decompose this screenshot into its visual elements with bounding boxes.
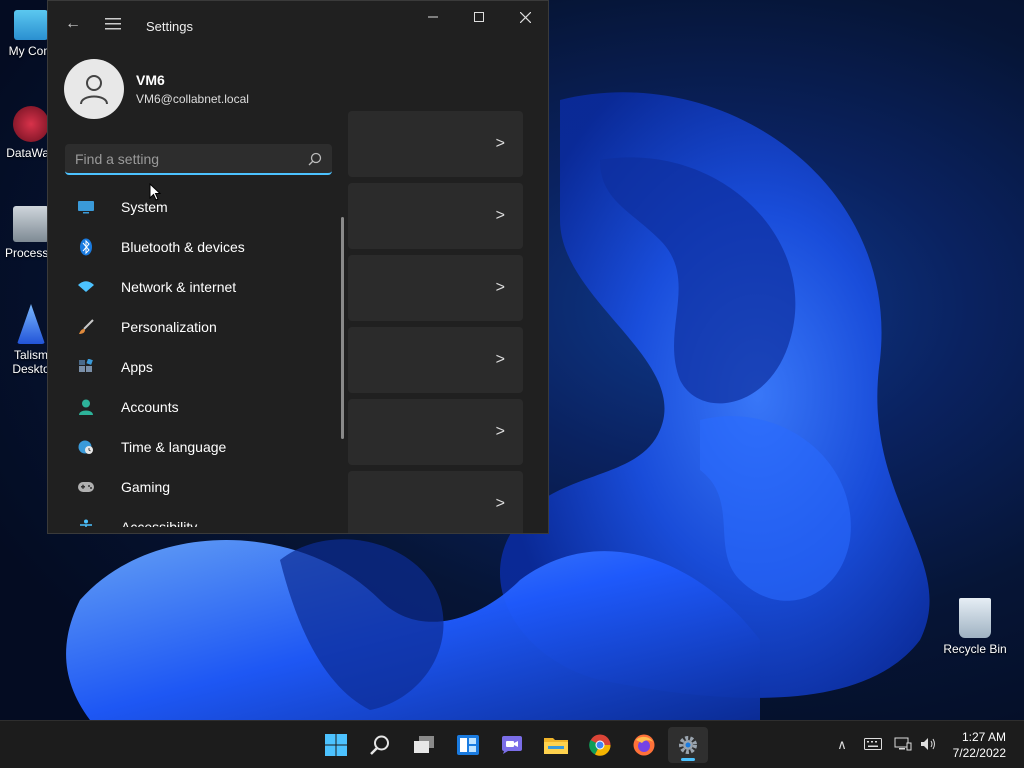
chevron-right-icon: > [495,351,505,368]
datawag-icon [13,106,49,142]
chrome-button[interactable] [580,727,620,763]
nav-item-accounts[interactable]: Accounts [65,387,341,427]
nav-item-apps[interactable]: Apps [65,347,341,387]
task-view-button[interactable] [404,727,444,763]
volume-icon[interactable] [920,737,938,754]
computer-icon [14,10,48,40]
talisman-icon [17,304,45,344]
nav-item-bluetooth[interactable]: Bluetooth & devices [65,227,341,267]
widgets-icon [457,735,479,755]
settings-card[interactable]: > [348,399,523,465]
network-icon[interactable] [894,737,912,754]
settings-icon [679,736,697,754]
maximize-button[interactable] [456,1,502,33]
chevron-right-icon: > [495,279,505,296]
apps-icon [77,358,95,376]
user-profile[interactable]: VM6 VM6@collabnet.local [64,59,249,119]
task-view-icon [414,736,434,753]
nav-item-accessibility[interactable]: Accessibility [65,507,341,527]
desktop-icon-recycle-bin[interactable]: Recycle Bin [940,598,1010,656]
settings-nav: System Bluetooth & devices Network & int… [65,187,341,527]
chat-button[interactable] [492,727,532,763]
search-icon[interactable] [308,152,322,166]
widgets-button[interactable] [448,727,488,763]
start-button[interactable] [316,727,356,763]
clock-date: 7/22/2022 [952,746,1006,760]
keyboard-icon[interactable] [864,737,882,753]
nav-item-personalization[interactable]: Personalization [65,307,341,347]
gamepad-icon [77,478,95,496]
mouse-cursor-icon [149,183,161,201]
close-button[interactable] [502,1,548,33]
chevron-right-icon: > [495,423,505,440]
chevron-up-icon: ∧ [837,737,847,752]
profile-name: VM6 [136,72,165,88]
nav-item-system[interactable]: System [65,187,341,227]
firefox-icon [633,734,655,756]
file-explorer-button[interactable] [536,727,576,763]
chevron-right-icon: > [495,207,505,224]
settings-card[interactable]: > [348,111,523,177]
nav-item-gaming[interactable]: Gaming [65,467,341,507]
close-icon [519,11,531,23]
nav-scrollbar[interactable] [341,217,344,439]
taskbar-clock[interactable]: 1:27 AM 7/22/2022 [953,729,1006,761]
search-input[interactable] [75,150,308,167]
active-app-indicator [681,758,695,761]
chevron-right-icon: > [495,495,505,512]
settings-card[interactable]: > [348,327,523,393]
process-icon [13,206,49,242]
show-hidden-icons-button[interactable]: ∧ [832,737,852,753]
settings-card[interactable]: > [348,471,523,533]
settings-card[interactable]: > [348,255,523,321]
file-explorer-icon [544,738,568,754]
nav-item-network[interactable]: Network & internet [65,267,341,307]
settings-taskbar-button[interactable] [668,727,708,763]
clock-time: 1:27 AM [961,730,1006,744]
globe-clock-icon [77,438,95,456]
maximize-icon [474,12,484,22]
chrome-icon [589,734,611,756]
minimize-icon [428,16,438,18]
system-tray: ∧ [832,721,938,768]
person-icon [77,398,95,416]
firefox-button[interactable] [624,727,664,763]
settings-card[interactable]: > [348,183,523,249]
person-icon [80,75,108,105]
start-icon [325,734,347,756]
brush-icon [77,318,95,336]
back-button[interactable]: ← [58,9,88,39]
accessibility-icon [77,518,95,527]
chevron-right-icon: > [495,135,505,152]
arrow-left-icon: ← [65,15,81,32]
minimize-button[interactable] [410,1,456,33]
monitor-icon [77,198,95,216]
bluetooth-icon [77,238,95,256]
wifi-icon [77,278,95,296]
window-title: Settings [146,19,193,34]
menu-button[interactable] [98,9,128,39]
avatar [64,59,124,119]
settings-content: > > > > > > [348,111,523,533]
hamburger-icon [105,18,121,30]
taskbar-search-button[interactable] [360,727,400,763]
taskbar: ∧ 1:27 AM 7/22/2022 [0,720,1024,768]
title-bar: ← Settings [48,1,548,49]
nav-item-time-language[interactable]: Time & language [65,427,341,467]
search-icon [370,735,389,755]
search-box[interactable] [65,144,332,175]
profile-email: VM6@collabnet.local [136,92,249,106]
recycle-bin-icon [959,598,991,638]
settings-window: ← Settings VM6 VM6@collabnet.local Find … [47,0,549,534]
chat-icon [502,736,522,754]
